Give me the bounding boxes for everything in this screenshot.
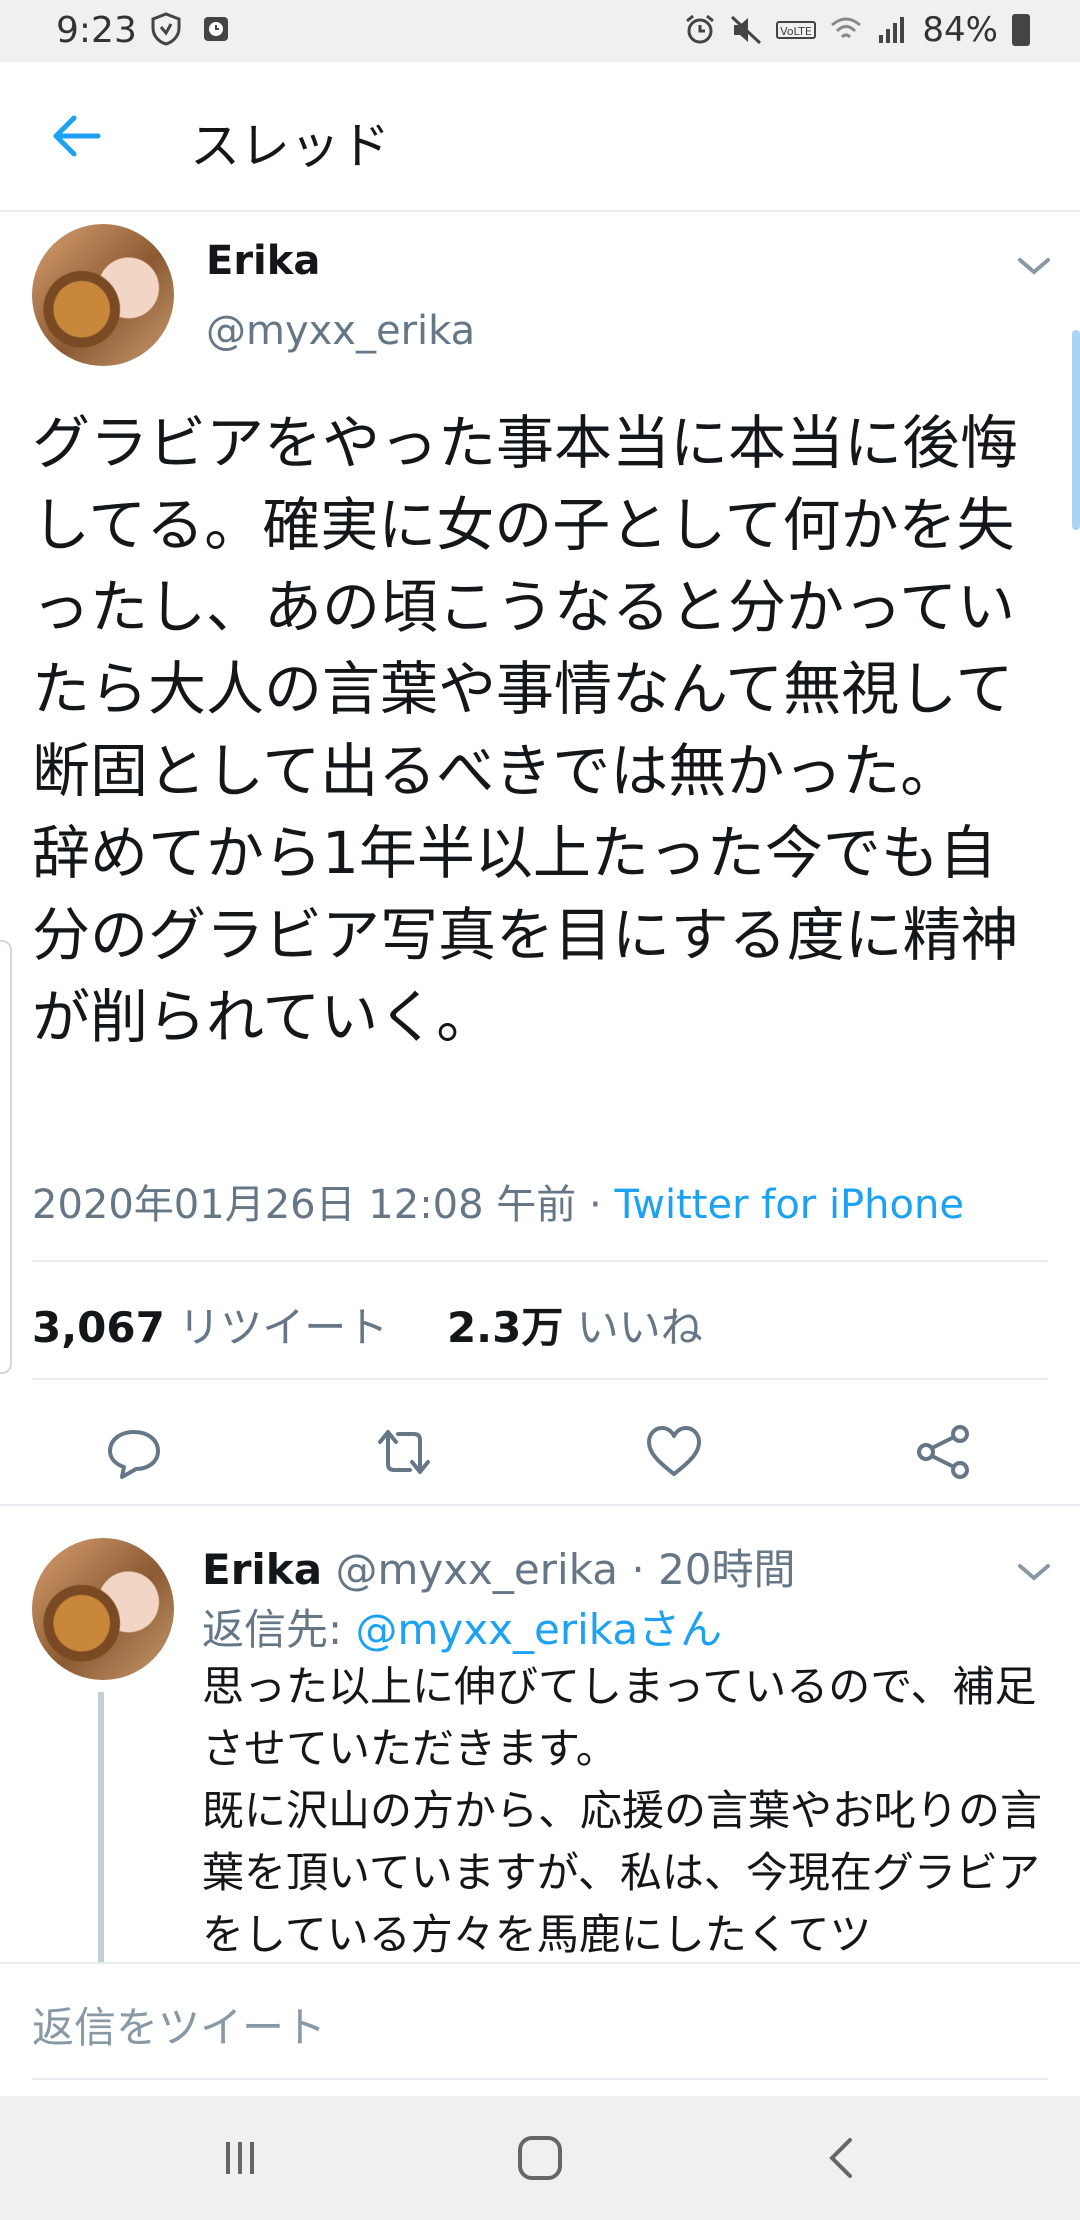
reply-compose-bar: 返信をツイート [0, 1962, 1080, 2094]
svg-text:VoLTE: VoLTE [781, 25, 813, 38]
tweet-stats: 3,067 リツイート 2.3万 いいね [32, 1294, 703, 1355]
reply-icon[interactable] [104, 1422, 164, 1482]
reply-to: 返信先: @myxx_erikaさん [202, 1596, 722, 1657]
meta-separator: · [576, 1182, 615, 1228]
reply-text: 思った以上に伸びてしまっているので、補足させていただきます。 既に沢山の方から、… [202, 1662, 1043, 1959]
like-icon[interactable] [644, 1422, 704, 1482]
status-time: 9:23 [56, 10, 137, 51]
author-name[interactable]: Erika [206, 238, 320, 284]
chevron-down-icon[interactable] [1014, 1560, 1054, 1584]
retweet-count[interactable]: 3,067 [32, 1303, 165, 1352]
author-handle[interactable]: @myxx_erika [206, 308, 475, 354]
tweet-timestamp: 2020年01月26日 12:08 午前 [32, 1182, 577, 1228]
tweet-action-bar [0, 1422, 1080, 1512]
back-arrow-icon[interactable] [48, 110, 104, 162]
wifi-icon [831, 17, 862, 39]
author-name[interactable]: Erika [202, 1545, 322, 1594]
author-handle[interactable]: @myxx_erika [335, 1545, 618, 1594]
avatar[interactable] [32, 224, 174, 366]
alarm-icon [686, 14, 715, 44]
retweet-label[interactable]: リツイート [178, 1303, 388, 1352]
top-app-bar: スレッド [0, 62, 1080, 212]
reply-header: Erika @myxx_erika · 20時間 [202, 1545, 796, 1594]
retweet-icon[interactable] [374, 1422, 434, 1482]
reply-to-prefix: 返信先: [202, 1605, 356, 1654]
chevron-down-icon[interactable] [1014, 254, 1054, 278]
battery-percent: 84% [922, 10, 998, 50]
divider [32, 1260, 1048, 1262]
tweet-client-link[interactable]: Twitter for iPhone [614, 1182, 964, 1228]
tweet-meta: 2020年01月26日 12:08 午前 · Twitter for iPhon… [32, 1172, 964, 1230]
share-icon[interactable] [914, 1422, 974, 1482]
avatar[interactable] [32, 1538, 174, 1680]
thread-line [98, 1692, 104, 1982]
reply-time: 20時間 [658, 1545, 796, 1594]
shield-icon [151, 12, 181, 46]
reply-input[interactable]: 返信をツイート [32, 1994, 326, 2055]
recents-icon[interactable] [210, 2132, 270, 2184]
divider [32, 1378, 1048, 1380]
mute-icon [731, 15, 762, 45]
volte-icon: VoLTE [776, 21, 817, 39]
divider [32, 2078, 1048, 2080]
tweet-text: グラビアをやった事本当に本当に後悔してる。確実に女の子として何かを失ったし、あの… [32, 409, 1019, 1051]
back-nav-icon[interactable] [812, 2132, 872, 2184]
page-title: スレッド [190, 117, 390, 175]
home-icon[interactable] [510, 2132, 570, 2184]
scroll-indicator [1072, 330, 1080, 530]
system-nav-bar [0, 2096, 1080, 2220]
edge-panel-handle[interactable] [0, 940, 12, 1374]
like-count[interactable]: 2.3万 [447, 1303, 563, 1352]
reply-to-mention[interactable]: @myxx_erikaさん [356, 1605, 723, 1654]
like-label[interactable]: いいね [577, 1303, 703, 1352]
clock-app-icon [204, 17, 228, 41]
battery-icon [1012, 14, 1030, 46]
divider [0, 1504, 1080, 1506]
signal-icon [879, 17, 905, 43]
status-bar: 9:23 VoLTE 84% [0, 0, 1080, 62]
